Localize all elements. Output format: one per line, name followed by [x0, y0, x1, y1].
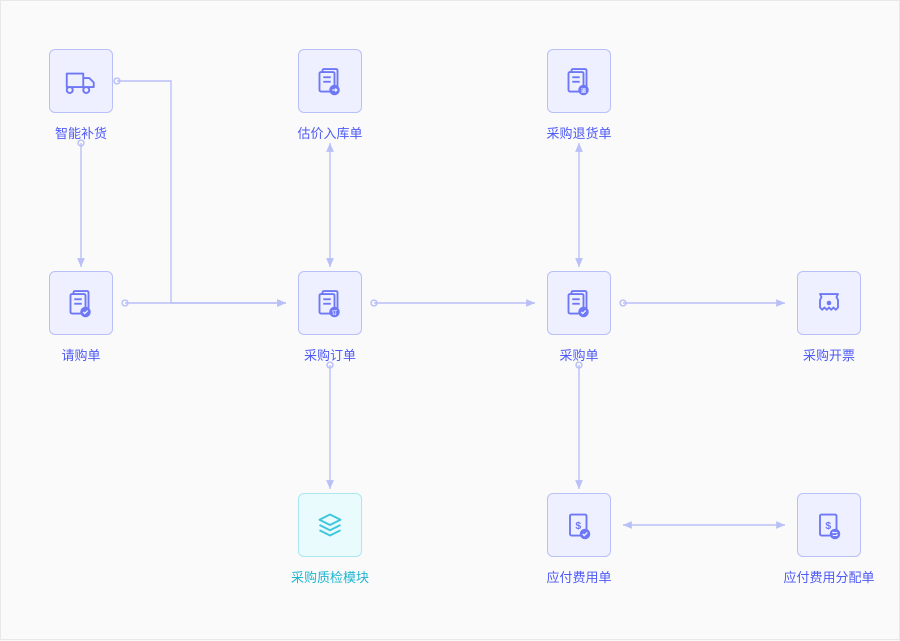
receipt-icon — [797, 271, 861, 335]
node-smart-restock[interactable]: 智能补货 — [41, 49, 121, 142]
node-label: 请购单 — [61, 345, 100, 364]
node-estimate-inbound[interactable]: 估价入库单 — [290, 49, 370, 142]
doc-check-icon — [547, 271, 611, 335]
node-label: 采购质检模块 — [291, 567, 369, 586]
node-purchase-order[interactable]: 订 采购订单 — [290, 271, 370, 364]
doc-return-icon: 退 — [547, 49, 611, 113]
node-payable-alloc[interactable]: $ 应付费用分配单 — [789, 493, 869, 586]
node-payable[interactable]: $ 应付费用单 — [539, 493, 619, 586]
doc-money-icon: $ — [547, 493, 611, 557]
stack-icon — [298, 493, 362, 557]
node-return-order[interactable]: 退 采购退货单 — [539, 49, 619, 142]
node-label: 采购开票 — [803, 345, 855, 364]
node-label: 采购订单 — [304, 345, 356, 364]
node-label: 应付费用单 — [546, 567, 611, 586]
svg-text:$: $ — [825, 520, 831, 532]
svg-text:$: $ — [575, 520, 581, 532]
flow-diagram: 智能补货 估价入库单 退 采购退货单 请购单 订 采购订单 采购单 — [1, 1, 899, 639]
connectors — [1, 1, 900, 641]
node-qc-module[interactable]: 采购质检模块 — [290, 493, 370, 586]
node-label: 估价入库单 — [297, 123, 362, 142]
truck-icon — [49, 49, 113, 113]
doc-swap-icon: $ — [797, 493, 861, 557]
node-label: 采购单 — [559, 345, 598, 364]
doc-check-icon — [49, 271, 113, 335]
node-label: 应付费用分配单 — [784, 567, 875, 586]
doc-arrow-icon — [298, 49, 362, 113]
node-requisition[interactable]: 请购单 — [41, 271, 121, 364]
doc-order-icon: 订 — [298, 271, 362, 335]
node-label: 采购退货单 — [546, 123, 611, 142]
node-label: 智能补货 — [55, 123, 107, 142]
node-purchase-note[interactable]: 采购单 — [539, 271, 619, 364]
node-invoice[interactable]: 采购开票 — [789, 271, 869, 364]
